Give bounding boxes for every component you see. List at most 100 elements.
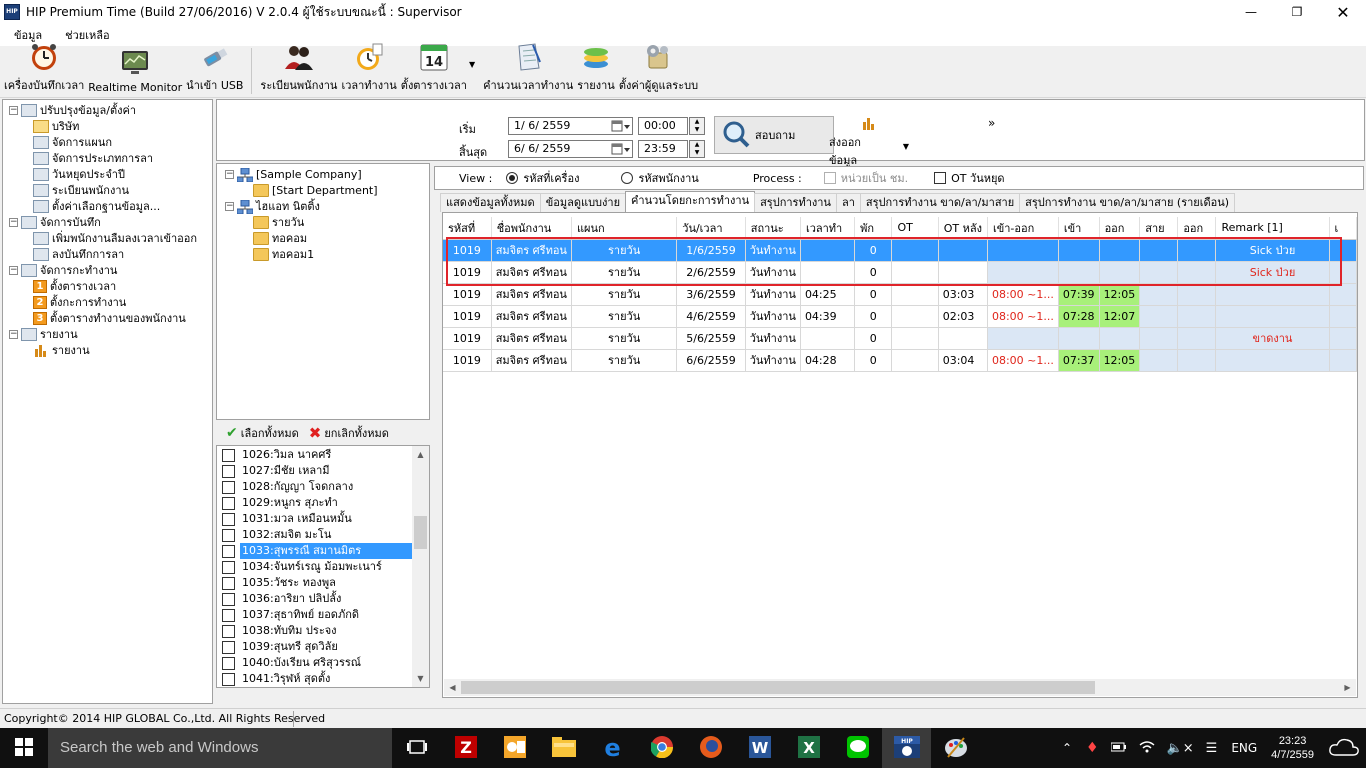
table-cell[interactable] (891, 261, 939, 284)
employee-checkbox[interactable] (222, 560, 235, 574)
table-cell[interactable]: รายวัน (571, 261, 678, 284)
employee-list-item[interactable]: 1029:หนูกร สุภะทำ (219, 495, 412, 511)
table-cell[interactable]: 0 (854, 239, 893, 262)
table-cell[interactable] (1139, 305, 1179, 328)
table-cell[interactable] (938, 327, 988, 350)
table-cell[interactable] (891, 327, 939, 350)
employee-list-item[interactable]: 1036:อาริยา ปลิปลั้ง (219, 591, 412, 607)
table-cell[interactable] (1177, 239, 1217, 262)
wifi-icon[interactable] (1139, 740, 1155, 756)
start-date-calendar-icon[interactable] (610, 118, 632, 134)
nav-tree-item[interactable]: บริษัท (33, 118, 79, 134)
collapse-toggle-icon[interactable]: − (9, 265, 18, 275)
table-cell[interactable]: รายวัน (571, 349, 678, 372)
employee-checkbox[interactable] (222, 592, 235, 606)
table-cell[interactable]: 5/6/2559 (676, 327, 746, 350)
realtime-monitor-button[interactable]: Realtime Monitor (86, 45, 184, 97)
taskbar-search-box[interactable]: Search the web and Windows (48, 728, 392, 768)
end-time-spinner[interactable]: ▲ ▼ (689, 140, 705, 158)
collapse-toggle-icon[interactable]: − (9, 105, 18, 115)
action-center-icon[interactable]: ☰ (1206, 741, 1218, 756)
checkbox[interactable] (934, 172, 947, 184)
table-cell[interactable] (1215, 349, 1330, 372)
column-header[interactable]: Remark [1] (1215, 217, 1330, 240)
table-cell[interactable] (1139, 239, 1179, 262)
calculate-work-time-button[interactable]: คำนวนเวลาทำงาน (481, 43, 575, 97)
employee-list-item[interactable]: 1028:กัญญา โจดกลาง (219, 479, 412, 495)
scroll-right-icon[interactable]: ▶ (1339, 679, 1356, 696)
department-node[interactable]: [Start Department] (253, 182, 378, 198)
tab-1[interactable]: ข้อมูลดูแบบง่าย (539, 193, 627, 212)
table-cell[interactable]: 07:39 (1058, 283, 1100, 306)
nav-tree-group[interactable]: − รายงาน (9, 326, 78, 342)
schedule-dropdown-caret-icon[interactable]: ▼ (469, 60, 475, 69)
table-cell[interactable]: Sick ป่วย (1215, 239, 1330, 262)
excel-button[interactable]: X (784, 728, 833, 768)
deselect-all-button[interactable]: ✖ ยกเลิกทั้งหมด (309, 424, 389, 442)
table-cell[interactable]: 07:37 (1058, 349, 1100, 372)
table-cell[interactable]: 03:03 (938, 283, 988, 306)
table-cell[interactable]: สมจิตร ศรีทอน (491, 305, 572, 328)
menu-help[interactable]: ช่วยเหลือ (51, 26, 118, 44)
table-cell[interactable] (1177, 349, 1217, 372)
table-cell[interactable]: วันทำงาน (745, 349, 801, 372)
table-cell[interactable]: 03:04 (938, 349, 988, 372)
table-cell[interactable]: สมจิตร ศรีทอน (491, 283, 572, 306)
export-button[interactable]: ส่งออกข้อมูล ▼ (829, 116, 909, 167)
nav-tree-group[interactable]: − จัดการกะทำงาน (9, 262, 117, 278)
column-header[interactable]: เ (1329, 217, 1357, 240)
table-cell[interactable]: 1019 (443, 305, 492, 328)
line-button[interactable] (833, 728, 882, 768)
column-header[interactable]: สถานะ (745, 217, 801, 240)
table-cell[interactable]: 04:28 (800, 349, 856, 372)
table-cell[interactable]: 07:28 (1058, 305, 1100, 328)
employee-checkbox[interactable] (222, 448, 235, 462)
column-header[interactable]: แผนก (571, 217, 678, 240)
table-cell[interactable] (891, 239, 939, 262)
table-cell[interactable]: 1019 (443, 239, 492, 262)
tab-0[interactable]: แสดงข้อมูลทั้งหมด (440, 193, 541, 212)
nav-tree-item[interactable]: 1 ตั้งตารางเวลา (33, 278, 116, 294)
collapse-toggle-icon[interactable]: − (225, 201, 234, 211)
table-row[interactable]: 1019 สมจิตร ศรีทอน รายวัน 6/6/2559 วันทำงาน 0… (443, 349, 1357, 372)
employee-list-item[interactable]: 1037:สุธาทิพย์ ยอดภักดิ (219, 607, 412, 623)
employee-checkbox[interactable] (222, 480, 235, 494)
show-hidden-icons-chevron-icon[interactable]: ⌃ (1062, 741, 1072, 755)
employee-checkbox[interactable] (222, 576, 235, 590)
table-cell[interactable] (1099, 327, 1141, 350)
table-cell[interactable]: รายวัน (571, 283, 678, 306)
table-row[interactable]: 1019 สมจิตร ศรีทอน รายวัน 3/6/2559 วันทำงาน 0… (443, 283, 1357, 306)
firefox-button[interactable] (686, 728, 735, 768)
employee-list-item[interactable]: 1041:วิรุฬห์ สุดตั้ง (219, 671, 412, 687)
table-cell[interactable] (1099, 239, 1141, 262)
table-cell[interactable]: 1019 (443, 283, 492, 306)
table-cell[interactable]: 0 (854, 349, 893, 372)
nav-tree-item[interactable]: เพิ่มพนักงานลืมลงเวลาเข้าออก (33, 230, 197, 246)
table-cell[interactable]: รายวัน (571, 305, 678, 328)
scroll-left-icon[interactable]: ◀ (444, 679, 461, 696)
table-cell[interactable]: สมจิตร ศรีทอน (491, 261, 572, 284)
tab-4[interactable]: ลา (835, 193, 861, 212)
company-node[interactable]: − [Sample Company] (225, 166, 362, 182)
table-cell[interactable] (1215, 305, 1330, 328)
table-row[interactable]: 1019 สมจิตร ศรีทอน รายวัน 5/6/2559 วันทำงาน 0… (443, 327, 1357, 350)
employee-list-item[interactable]: 1034:จันทร์เรณู ม้อมพะเนาร์ (219, 559, 412, 575)
nav-tree-item[interactable]: วันหยุดประจำปี (33, 166, 125, 182)
grid-horizontal-scrollbar[interactable]: ◀ ▶ (444, 679, 1356, 696)
employee-list-item[interactable]: 1040:บังเรียน ศริสุวรรณ์ (219, 655, 412, 671)
column-header[interactable]: ออก (1099, 217, 1141, 240)
table-cell[interactable] (1177, 261, 1217, 284)
nav-tree-group[interactable]: − ปรับปรุงข้อมูล/ตั้งค่า (9, 102, 136, 118)
table-cell[interactable] (1329, 305, 1357, 328)
column-header[interactable]: รหัสที่ (443, 217, 492, 240)
employee-list-item[interactable]: 1032:สมจิต มะโน (219, 527, 412, 543)
table-cell[interactable] (1177, 283, 1217, 306)
nav-tree-item[interactable]: ระเบียนพนักงาน (33, 182, 129, 198)
table-cell[interactable] (1329, 327, 1357, 350)
start-time-spinner[interactable]: ▲ ▼ (689, 117, 705, 135)
table-cell[interactable]: วันทำงาน (745, 327, 801, 350)
table-cell[interactable]: 0 (854, 261, 893, 284)
table-cell[interactable] (938, 239, 988, 262)
nav-tree-item[interactable]: ตั้งค่าเลือกฐานข้อมูล... (33, 198, 160, 214)
table-cell[interactable]: 12:07 (1099, 305, 1141, 328)
